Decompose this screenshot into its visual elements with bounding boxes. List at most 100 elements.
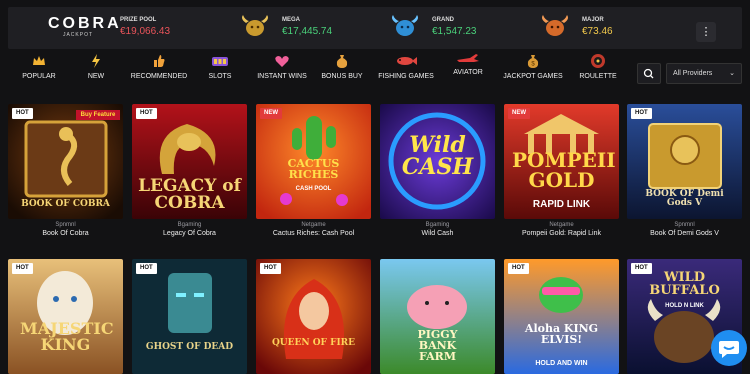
- game-name: Book Of Demi Gods V: [650, 230, 719, 237]
- nav-label: JACKPOT GAMES: [503, 73, 563, 80]
- gold-bag-icon: $: [527, 55, 539, 68]
- game-card[interactable]: HOT Aloha KING ELVIS! HOLD AND WIN: [504, 259, 619, 374]
- art-title: Aloha KING ELVIS!: [524, 322, 599, 346]
- game-thumbnail[interactable]: HOT QUEEN OF FIRE: [256, 259, 371, 374]
- nav-label: NEW: [87, 73, 105, 80]
- money-bag-icon: [336, 55, 348, 68]
- nav-item-roulette[interactable]: ROULETTE: [576, 53, 620, 82]
- nav-label: POPULAR: [22, 73, 56, 80]
- game-card[interactable]: NEW CACTUS RICHES CASH POOL Netgame Cact…: [256, 104, 371, 239]
- thumbs-up-icon: [154, 55, 165, 67]
- orange-bull-icon: [542, 15, 568, 36]
- game-card[interactable]: HOT QUEEN OF FIRE: [256, 259, 371, 374]
- game-card[interactable]: NEW POMPEII GOLD RAPID LINK Netgame Pomp…: [504, 104, 619, 239]
- game-provider: Spnmnl: [55, 222, 76, 228]
- game-card[interactable]: HOT GHOST OF DEAD: [132, 259, 247, 374]
- game-thumbnail[interactable]: NEW POMPEII GOLD RAPID LINK: [504, 104, 619, 219]
- art-extra: CASH POOL: [295, 186, 332, 192]
- more-options-button[interactable]: ⋮: [696, 22, 716, 42]
- badge: HOT: [136, 108, 157, 119]
- game-thumbnail[interactable]: HOT Aloha KING ELVIS! HOLD AND WIN: [504, 259, 619, 374]
- jackpot-label: GRAND: [432, 17, 454, 23]
- nav-item-popular[interactable]: POPULAR: [20, 53, 58, 82]
- game-name: Wild Cash: [421, 230, 454, 237]
- crown-icon: [33, 56, 45, 65]
- game-name: Book Of Cobra: [42, 230, 89, 237]
- game-art: [256, 259, 371, 374]
- badge: HOT: [12, 108, 33, 119]
- art-title: QUEEN OF FIRE: [271, 338, 356, 348]
- jackpot-prize-pool: PRIZE POOL €19,066.43: [120, 16, 170, 39]
- fish-icon: [397, 57, 417, 65]
- game-card[interactable]: HOT LEGACY of COBRA Bgaming Legacy Of Co…: [132, 104, 247, 239]
- badge: HOT: [136, 263, 157, 274]
- game-thumbnail[interactable]: Wild CASH: [380, 104, 495, 219]
- nav-item-bonus-buy[interactable]: BONUS BUY: [320, 53, 364, 82]
- jackpot-mega: MEGA €17,445.74: [282, 16, 332, 39]
- category-nav: POPULAR NEW RECOMMENDED SLOTS INSTANT WI…: [8, 53, 642, 95]
- cobra-jackpot-logo: COBRA JACKPOT: [48, 15, 122, 39]
- art-extra: Buy Feature: [76, 110, 120, 120]
- heart-icon: [275, 56, 289, 67]
- game-card[interactable]: HOT BOOK OF Demi Gods V Spnmnl Book Of D…: [627, 104, 742, 239]
- jackpot-label: MAJOR: [582, 17, 604, 23]
- game-thumbnail[interactable]: NEW CACTUS RICHES CASH POOL: [256, 104, 371, 219]
- lightning-icon: [92, 54, 100, 68]
- nav-item-jackpot-games[interactable]: $ JACKPOT GAMES: [502, 53, 564, 82]
- art-title: POMPEII GOLD: [512, 148, 616, 192]
- badge: HOT: [12, 263, 33, 274]
- game-provider: Netgame: [549, 222, 574, 228]
- game-thumbnail[interactable]: HOT LEGACY of COBRA: [132, 104, 247, 219]
- search-button[interactable]: [637, 63, 661, 84]
- game-name: Cactus Riches: Cash Pool: [272, 230, 355, 237]
- game-card[interactable]: Wild CASH Bgaming Wild Cash: [380, 104, 495, 239]
- nav-item-instant-wins[interactable]: INSTANT WINS: [254, 53, 310, 82]
- badge: HOT: [631, 108, 652, 119]
- game-name: Pompeii Gold: Rapid Link: [522, 230, 601, 237]
- game-provider: Netgame: [301, 222, 326, 228]
- game-thumbnail[interactable]: HOT BOOK OF Demi Gods V: [627, 104, 742, 219]
- nav-item-aviator[interactable]: AVIATOR: [450, 53, 486, 78]
- nav-label: RECOMMENDED: [130, 73, 188, 80]
- jackpot-bar: COBRA JACKPOT PRIZE POOL €19,066.43 MEGA…: [8, 7, 742, 49]
- blue-bull-icon: [392, 15, 418, 36]
- art-title: MAJESTIC KING: [20, 319, 114, 354]
- brand-title: COBRA: [48, 15, 122, 32]
- art-title: WILD BUFFALO: [649, 270, 720, 298]
- provider-select-value: All Providers: [673, 70, 713, 77]
- game-art: [8, 259, 123, 374]
- game-card[interactable]: HOT MAJESTIC KING: [8, 259, 123, 374]
- game-thumbnail[interactable]: HOT MAJESTIC KING: [8, 259, 123, 374]
- provider-select[interactable]: All Providers ⌄: [666, 63, 742, 84]
- game-name: Legacy Of Cobra: [163, 230, 216, 237]
- game-thumbnail[interactable]: HOT GHOST OF DEAD: [132, 259, 247, 374]
- jackpot-value: €73.46: [582, 26, 613, 37]
- art-title: GHOST OF DEAD: [145, 342, 234, 352]
- chevron-down-icon: ⌄: [729, 70, 735, 77]
- badge: HOT: [508, 263, 529, 274]
- game-thumbnail[interactable]: HOT Buy Feature BOOK OF COBRA: [8, 104, 123, 219]
- search-icon: [643, 68, 654, 79]
- plane-icon: [457, 54, 479, 62]
- game-provider: Bgaming: [177, 222, 202, 228]
- nav-item-fishing-games[interactable]: FISHING GAMES: [376, 53, 436, 82]
- nav-item-slots[interactable]: SLOTS: [206, 53, 234, 82]
- live-chat-button[interactable]: [711, 330, 747, 366]
- nav-label: AVIATOR: [453, 69, 483, 76]
- nav-label: SLOTS: [208, 73, 232, 80]
- badge: NEW: [260, 108, 282, 119]
- jackpot-label: MEGA: [282, 17, 300, 23]
- brand-subtitle: JACKPOT: [62, 32, 94, 38]
- jackpot-value: €1,547.23: [432, 26, 477, 37]
- art-title: Wild CASH: [401, 132, 474, 180]
- game-card[interactable]: PIGGY BANK FARM: [380, 259, 495, 374]
- game-thumbnail[interactable]: PIGGY BANK FARM: [380, 259, 495, 374]
- art-title: PIGGY BANK FARM: [417, 328, 458, 363]
- jackpot-grand: GRAND €1,547.23: [432, 16, 477, 39]
- nav-item-new[interactable]: NEW: [84, 53, 108, 82]
- jackpot-value: €17,445.74: [282, 26, 333, 37]
- nav-item-recommended[interactable]: RECOMMENDED: [130, 53, 188, 82]
- game-card[interactable]: HOT Buy Feature BOOK OF COBRA Spnmnl Boo…: [8, 104, 123, 239]
- nav-label: ROULETTE: [579, 73, 617, 80]
- badge: HOT: [260, 263, 281, 274]
